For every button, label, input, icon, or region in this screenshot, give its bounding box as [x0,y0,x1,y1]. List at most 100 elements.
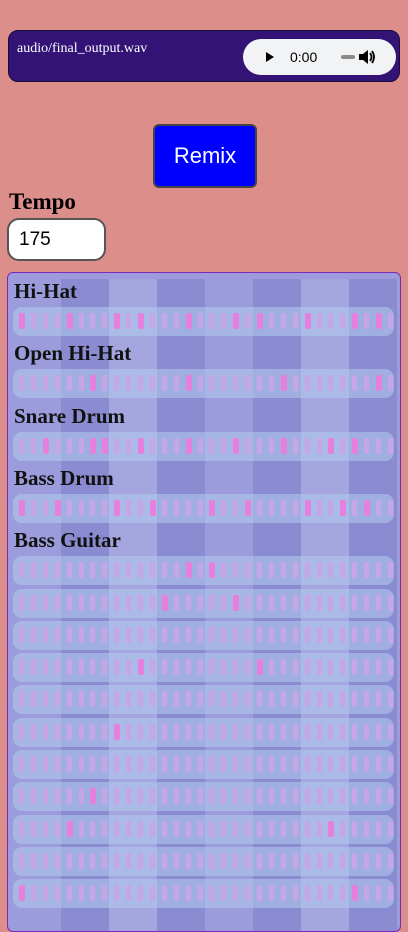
step-toggle-off[interactable] [173,562,179,579]
step-toggle-off[interactable] [173,723,179,740]
step-toggle-off[interactable] [149,756,155,772]
step-toggle-off[interactable] [245,375,251,392]
step-toggle-off[interactable] [257,756,262,772]
step-toggle-off[interactable] [102,594,108,611]
step-toggle-off[interactable] [149,626,155,643]
step-toggle-off[interactable] [197,499,203,516]
step-toggle-on[interactable] [185,562,192,579]
step-toggle-off[interactable] [102,852,108,869]
step-toggle-off[interactable] [280,594,286,611]
step-toggle-off[interactable] [221,626,227,643]
step-toggle-off[interactable] [19,852,24,869]
step-toggle-off[interactable] [221,820,227,837]
step-toggle-off[interactable] [387,375,393,392]
step-toggle-off[interactable] [209,437,215,454]
step-toggle-off[interactable] [173,437,179,454]
step-toggle-off[interactable] [233,756,239,772]
step-toggle-off[interactable] [54,375,60,392]
step-toggle-off[interactable] [245,562,251,579]
step-toggle-off[interactable] [42,788,48,805]
step-toggle-off[interactable] [66,626,72,643]
step-toggle-off[interactable] [114,885,120,902]
step-toggle-off[interactable] [173,313,179,329]
step-toggle-off[interactable] [340,659,346,676]
step-toggle-off[interactable] [161,437,167,454]
step-toggle-off[interactable] [90,852,96,869]
step-toggle-off[interactable] [114,562,120,579]
step-toggle-on[interactable] [328,820,335,837]
step-toggle-off[interactable] [292,594,298,611]
step-toggle-off[interactable] [102,885,108,902]
step-toggle-off[interactable] [173,499,179,516]
step-toggle-off[interactable] [90,594,96,611]
step-toggle-off[interactable] [245,437,251,454]
step-toggle-off[interactable] [42,626,48,643]
step-toggle-off[interactable] [387,594,393,611]
step-toggle-off[interactable] [292,437,298,454]
step-toggle-on[interactable] [352,437,359,454]
step-toggle-off[interactable] [304,820,310,837]
step-toggle-off[interactable] [90,820,96,837]
step-toggle-off[interactable] [376,885,381,902]
step-toggle-off[interactable] [185,885,191,902]
step-toggle-off[interactable] [102,313,108,329]
step-toggle-off[interactable] [376,852,381,869]
step-toggle-off[interactable] [54,437,60,454]
step-toggle-off[interactable] [364,852,370,869]
step-toggle-off[interactable] [280,626,286,643]
step-toggle-off[interactable] [364,375,370,392]
step-toggle-off[interactable] [376,820,381,837]
step-toggle-off[interactable] [233,626,239,643]
step-toggle-on[interactable] [376,313,382,329]
step-toggle-off[interactable] [42,885,48,902]
step-toggle-off[interactable] [387,852,393,869]
step-toggle-off[interactable] [19,594,24,611]
step-toggle-off[interactable] [42,691,48,708]
step-toggle-off[interactable] [221,562,227,579]
step-toggle-off[interactable] [340,756,346,772]
step-toggle-off[interactable] [161,723,167,740]
step-toggle-off[interactable] [185,723,191,740]
step-toggle-off[interactable] [387,562,393,579]
step-toggle-off[interactable] [280,756,286,772]
step-toggle-off[interactable] [19,756,24,772]
step-toggle-on[interactable] [114,723,121,740]
step-toggle-off[interactable] [19,562,24,579]
step-toggle-off[interactable] [102,659,108,676]
step-toggle-off[interactable] [54,885,60,902]
step-toggle-off[interactable] [42,562,48,579]
step-toggle-off[interactable] [352,375,358,392]
step-toggle-off[interactable] [376,437,381,454]
step-toggle-off[interactable] [257,594,262,611]
step-toggle-off[interactable] [173,788,179,805]
step-toggle-off[interactable] [161,691,167,708]
step-toggle-on[interactable] [54,499,61,516]
step-toggle-off[interactable] [42,659,48,676]
step-toggle-off[interactable] [30,313,36,329]
step-toggle-off[interactable] [364,594,370,611]
step-toggle-off[interactable] [280,499,286,516]
step-toggle-off[interactable] [54,820,60,837]
step-toggle-off[interactable] [66,756,72,772]
step-toggle-off[interactable] [90,885,96,902]
step-toggle-off[interactable] [185,499,191,516]
step-toggle-off[interactable] [114,852,120,869]
step-toggle-off[interactable] [30,626,36,643]
step-toggle-off[interactable] [90,723,96,740]
step-toggle-off[interactable] [257,691,262,708]
tempo-input[interactable] [7,218,106,261]
step-toggle-off[interactable] [292,820,298,837]
step-toggle-off[interactable] [66,499,72,516]
step-toggle-off[interactable] [185,788,191,805]
step-toggle-off[interactable] [316,594,322,611]
step-toggle-off[interactable] [185,594,191,611]
step-toggle-off[interactable] [233,820,239,837]
step-toggle-off[interactable] [138,723,143,740]
step-toggle-off[interactable] [161,562,167,579]
step-toggle-off[interactable] [78,594,84,611]
step-toggle-off[interactable] [257,626,262,643]
step-toggle-off[interactable] [376,788,381,805]
step-toggle-off[interactable] [328,499,334,516]
step-toggle-off[interactable] [126,885,132,902]
step-toggle-off[interactable] [78,562,84,579]
